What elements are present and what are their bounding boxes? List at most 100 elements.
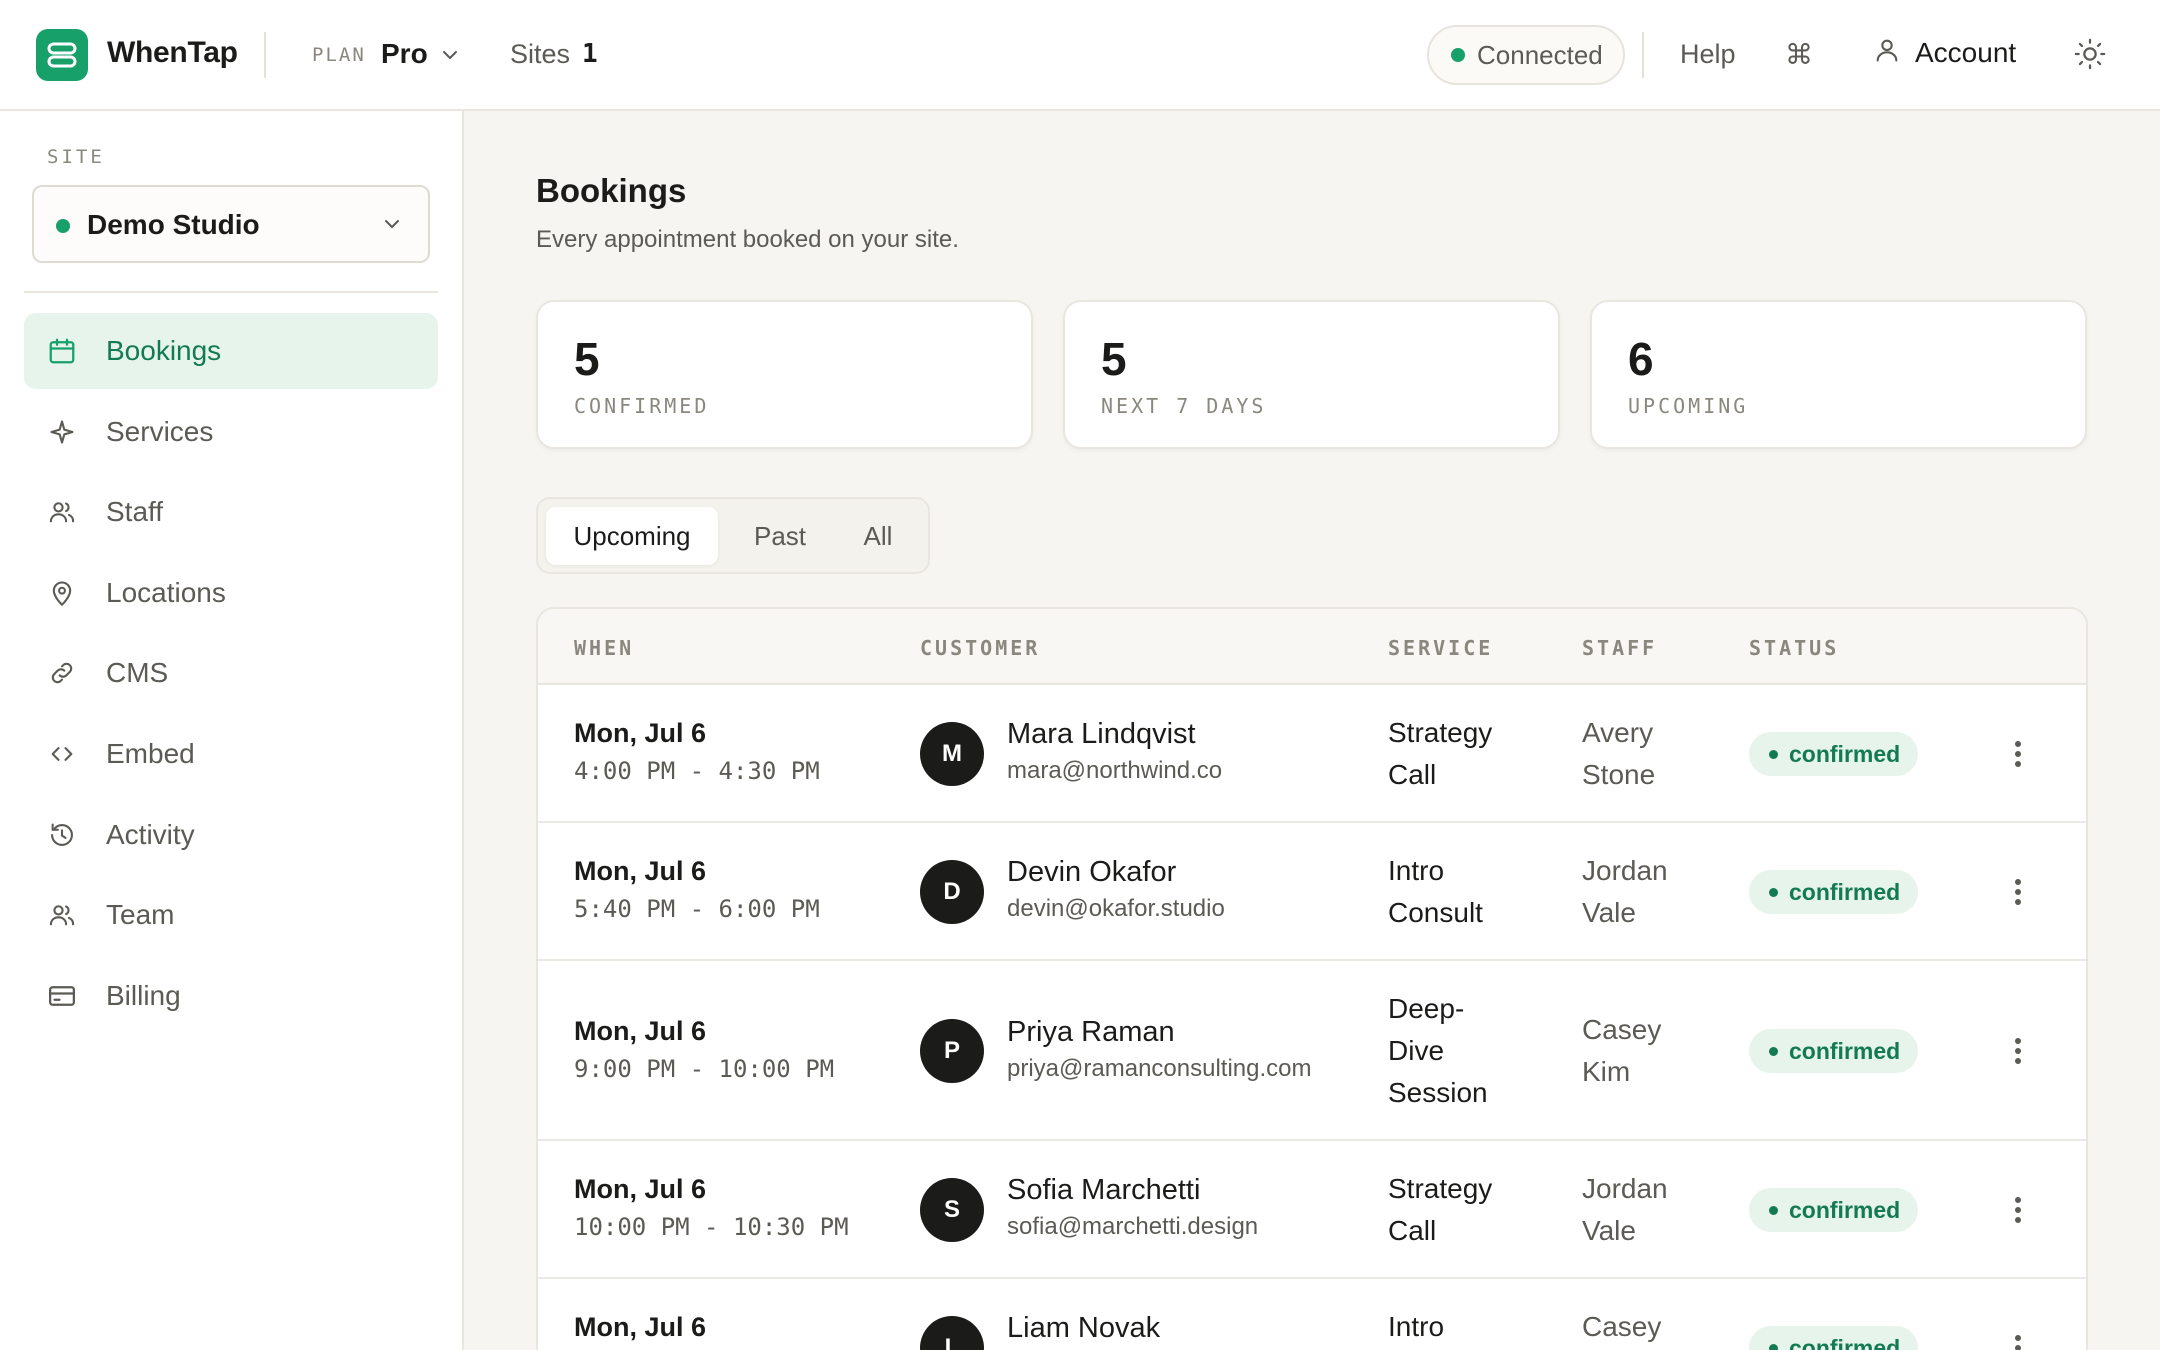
plan-label: PLAN: [312, 44, 366, 66]
sidebar-item-label: Staff: [106, 496, 164, 528]
status-text: confirmed: [1789, 740, 1901, 767]
service-name: Session: [1388, 1077, 1488, 1108]
service-name: Strategy: [1388, 1173, 1493, 1204]
service-cell: Strategy Call: [1388, 712, 1492, 796]
calendar-icon: [46, 335, 78, 367]
booking-date: Mon, Jul 6: [574, 1016, 707, 1046]
status-dot: [1451, 48, 1465, 62]
booking-filter-tabs: Upcoming Past All: [536, 497, 930, 574]
page-subtitle: Every appointment booked on your site.: [536, 226, 959, 253]
status-badge: confirmed: [1749, 1326, 1919, 1350]
sidebar: SITE Demo Studio Bookings Services Staff: [0, 111, 464, 1350]
bookings-table: WHEN CUSTOMER SERVICE STAFF STATUS Mon, …: [536, 607, 2088, 1350]
avatar: L: [920, 1316, 984, 1350]
status-badge: confirmed: [1749, 1029, 1919, 1073]
when-cell: Mon, Jul 6: [574, 1312, 706, 1343]
table-row[interactable]: Mon, Jul 6 10:00 PM - 10:30 PM S Sofia M…: [538, 1141, 2086, 1279]
more-actions-icon[interactable]: [1998, 734, 2038, 774]
sidebar-item-label: Bookings: [106, 335, 222, 366]
stat-label: NEXT 7 DAYS: [1101, 394, 1267, 418]
sidebar-item-activity[interactable]: Activity: [24, 797, 438, 873]
booking-date: Mon, Jul 6: [574, 1312, 707, 1342]
when-cell: Mon, Jul 6 9:00 PM - 10:00 PM: [574, 1016, 834, 1083]
column-header-customer[interactable]: CUSTOMER: [920, 636, 1040, 660]
staff-name: Avery: [1582, 717, 1654, 748]
chevron-down-icon: [438, 43, 462, 72]
more-actions-icon[interactable]: [1998, 872, 2038, 912]
service-cell: Intro: [1388, 1306, 1444, 1348]
sidebar-item-bookings[interactable]: Bookings: [24, 313, 438, 389]
top-bar: WhenTap PLAN Pro Sites 1 Connected Help …: [0, 0, 2160, 111]
customer-cell: Liam Novak: [1007, 1312, 1160, 1345]
chevron-down-icon: [380, 212, 404, 241]
status-badge: confirmed: [1749, 1188, 1919, 1232]
customer-cell: Devin Okafor devin@okafor.studio: [1007, 856, 1225, 923]
account-label: Account: [1915, 36, 2017, 68]
more-actions-icon[interactable]: [1998, 1328, 2038, 1350]
service-name: Consult: [1388, 897, 1483, 928]
tab-all[interactable]: All: [838, 507, 918, 565]
table-row[interactable]: Mon, Jul 6 L Liam Novak Intro Casey conf…: [538, 1279, 2086, 1350]
customer-email: sofia@marchetti.design: [1007, 1213, 1259, 1240]
sidebar-item-billing[interactable]: Billing: [24, 958, 438, 1034]
staff-name: Kim: [1582, 1056, 1631, 1087]
sidebar-item-staff[interactable]: Staff: [24, 474, 438, 550]
sidebar-item-label: Services: [106, 415, 214, 447]
tab-past[interactable]: Past: [726, 507, 834, 565]
status-dot: [1769, 749, 1778, 759]
customer-email: devin@okafor.studio: [1007, 895, 1225, 922]
logo-icon[interactable]: [36, 29, 88, 81]
status-badge: confirmed: [1749, 732, 1919, 776]
help-link[interactable]: Help: [1680, 39, 1736, 70]
sidebar-item-locations[interactable]: Locations: [24, 555, 438, 631]
connection-status-text: Connected: [1477, 39, 1603, 70]
stat-value: 6: [1628, 333, 1654, 385]
staff-cell: Avery Stone: [1582, 712, 1655, 796]
site-name: Demo Studio: [87, 209, 260, 240]
staff-name: Stone: [1582, 759, 1656, 790]
more-actions-icon[interactable]: [1998, 1190, 2038, 1230]
link-icon: [46, 657, 78, 689]
when-cell: Mon, Jul 6 10:00 PM - 10:30 PM: [574, 1174, 849, 1241]
column-header-service[interactable]: SERVICE: [1388, 636, 1493, 660]
avatar: S: [920, 1178, 984, 1242]
column-header-status[interactable]: STATUS: [1749, 636, 1839, 660]
users-icon: [46, 899, 78, 931]
divider: [1642, 32, 1644, 78]
user-icon: [1873, 36, 1901, 69]
account-button[interactable]: Account: [1873, 36, 2016, 69]
command-palette-icon[interactable]: ⌘: [1785, 38, 1813, 71]
table-row[interactable]: Mon, Jul 6 4:00 PM - 4:30 PM M Mara Lind…: [538, 685, 2086, 823]
column-header-when[interactable]: WHEN: [574, 636, 634, 660]
site-label: SITE: [47, 146, 105, 168]
tab-upcoming[interactable]: Upcoming: [546, 507, 718, 565]
more-actions-icon[interactable]: [1998, 1031, 2038, 1071]
theme-toggle-sun-icon[interactable]: [2073, 37, 2107, 76]
status-text: confirmed: [1789, 1334, 1901, 1350]
sidebar-item-team[interactable]: Team: [24, 877, 438, 953]
service-cell: Intro Consult: [1388, 850, 1483, 934]
history-icon: [46, 819, 78, 851]
sites-label: Sites: [510, 39, 571, 69]
service-name: Call: [1388, 1215, 1437, 1246]
brand-name[interactable]: WhenTap: [107, 36, 238, 70]
divider: [264, 32, 266, 78]
stat-card-confirmed: 5 CONFIRMED: [536, 300, 1033, 449]
stat-card-next-7-days: 5 NEXT 7 DAYS: [1063, 300, 1560, 449]
staff-cell: Casey: [1582, 1306, 1661, 1348]
site-selector[interactable]: Demo Studio: [32, 185, 430, 263]
stat-value: 5: [1101, 333, 1127, 385]
service-name: Deep-: [1388, 993, 1465, 1024]
page-title: Bookings: [536, 172, 687, 209]
table-row[interactable]: Mon, Jul 6 5:40 PM - 6:00 PM D Devin Oka…: [538, 823, 2086, 961]
sidebar-item-services[interactable]: Services: [24, 394, 438, 470]
table-row[interactable]: Mon, Jul 6 9:00 PM - 10:00 PM P Priya Ra…: [538, 961, 2086, 1141]
staff-cell: Jordan Vale: [1582, 850, 1668, 934]
when-cell: Mon, Jul 6 4:00 PM - 4:30 PM: [574, 718, 820, 785]
sidebar-item-embed[interactable]: Embed: [24, 716, 438, 792]
status-dot: [1769, 1046, 1778, 1056]
sidebar-item-cms[interactable]: CMS: [24, 635, 438, 711]
sidebar-item-label: Embed: [106, 737, 195, 769]
sidebar-divider: [24, 291, 438, 293]
column-header-staff[interactable]: STAFF: [1582, 636, 1657, 660]
